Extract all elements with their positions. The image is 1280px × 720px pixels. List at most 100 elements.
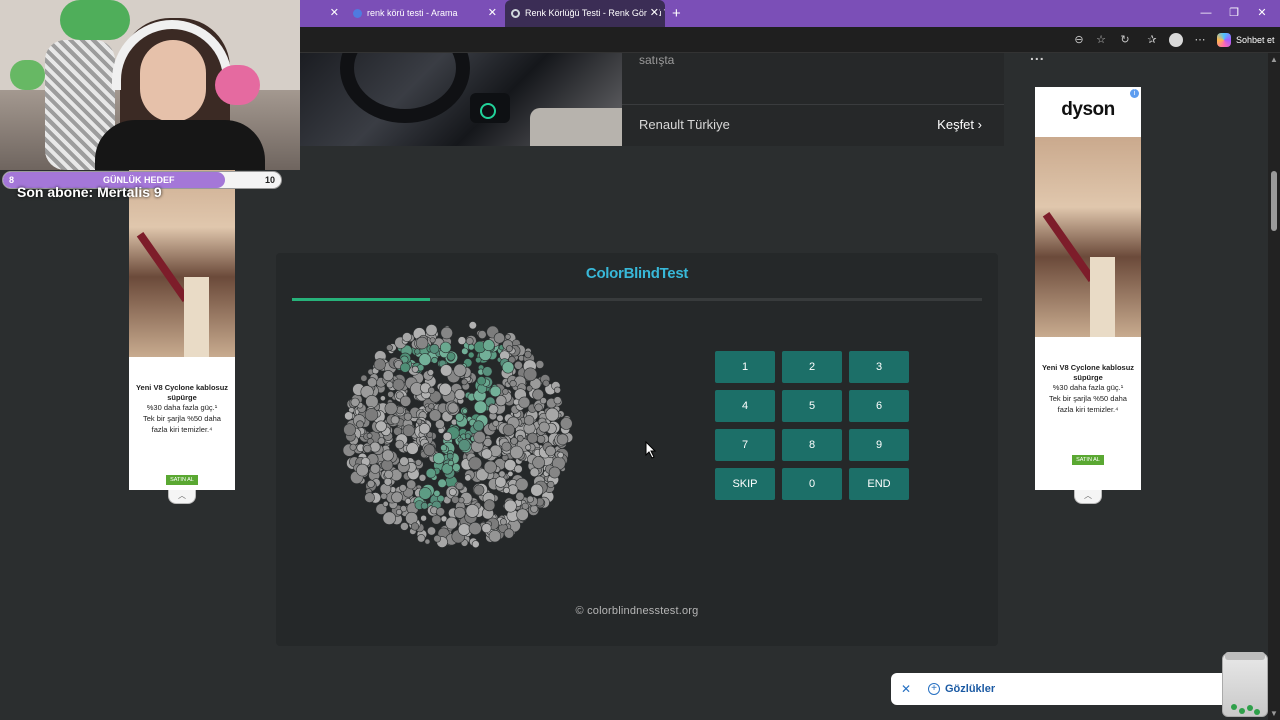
plate-dot [495, 476, 507, 488]
plate-dot [418, 422, 431, 435]
plate-dot [390, 415, 400, 425]
plate-dot [510, 445, 524, 460]
collapse-ad-right-icon[interactable]: ︿ [1074, 490, 1102, 504]
plate-dot [429, 337, 436, 344]
plate-dot [516, 434, 524, 442]
plate-dot [350, 397, 360, 407]
plate-dot [464, 433, 471, 440]
plate-dot [446, 352, 456, 361]
tab-active-close-icon[interactable]: ✕ [646, 0, 659, 27]
profile-avatar[interactable] [1169, 33, 1183, 47]
plate-dot [473, 420, 484, 432]
scroll-down-icon[interactable]: ▼ [1268, 709, 1280, 718]
ad-headline: Yeni V8 Cyclone kablosuz süpürge [135, 383, 229, 402]
plate-dot [411, 365, 419, 373]
plate-dot [394, 439, 405, 450]
plate-dot [439, 341, 452, 354]
plate-dot [489, 385, 502, 398]
tab-search-close-icon[interactable]: ✕ [488, 0, 497, 27]
plate-dot [468, 321, 477, 330]
collapse-ad-left-icon[interactable]: ︿ [168, 490, 196, 504]
buy-button[interactable]: SATIN AL [166, 475, 198, 485]
refresh-icon[interactable]: ↻ [1118, 33, 1132, 47]
new-tab-button[interactable]: + [672, 0, 681, 27]
favorites-icon[interactable]: ✰ [1145, 33, 1159, 47]
plate-dot [364, 407, 379, 422]
last-subscriber: Son abone: Mertalis 9 [17, 184, 162, 200]
plate-dot [514, 464, 523, 474]
plate-dot [502, 388, 509, 395]
key-1[interactable]: 1 [715, 351, 775, 383]
plate-dot [468, 343, 475, 351]
ad-info-icon[interactable]: i [1130, 89, 1139, 98]
plate-dot [382, 500, 389, 507]
reader-icon[interactable]: ⊖ [1072, 33, 1086, 47]
suggestion-chip[interactable]: ✕ + Gözlükler [891, 673, 1231, 705]
plate-dot [437, 494, 445, 503]
key-9[interactable]: 9 [849, 429, 909, 461]
plate-dot [477, 330, 487, 339]
tab-1[interactable]: ✕ [300, 0, 345, 27]
page-scrollbar[interactable]: ▲ ▼ [1268, 53, 1280, 720]
plate-dot [534, 403, 543, 412]
plate-dot [365, 394, 379, 409]
plate-dot [427, 526, 437, 536]
plate-dot [402, 332, 412, 342]
plate-dot [462, 408, 468, 414]
screen: ✕ renk körü testi - Arama ✕ Renk Körlüğü… [0, 0, 1280, 720]
more-icon[interactable]: ⋯ [1193, 33, 1207, 47]
ad-discover-link[interactable]: Keşfet › [937, 117, 982, 132]
plate-dot [391, 491, 403, 504]
test-progress-bar [292, 298, 982, 301]
copilot-chat-button[interactable]: Sohbet et [1214, 31, 1275, 49]
key-3[interactable]: 3 [849, 351, 909, 383]
key-4[interactable]: 4 [715, 390, 775, 422]
renault-banner-ad[interactable]: satışta Renault Türkiye Keşfet › [300, 53, 1004, 146]
key-7[interactable]: 7 [715, 429, 775, 461]
test-title: ColorBlindTest [585, 265, 689, 282]
plate-dot [465, 504, 480, 518]
key-8[interactable]: 8 [782, 429, 842, 461]
plate-dot [344, 411, 354, 421]
plate-dot [502, 423, 515, 436]
plate-dot [364, 492, 375, 503]
key-end[interactable]: END [849, 468, 909, 500]
plate-dot [523, 415, 535, 426]
minimize-icon[interactable]: — [1198, 0, 1214, 27]
plate-dot [380, 395, 386, 402]
plate-dot [433, 534, 441, 543]
plate-dot [437, 478, 447, 488]
plate-dot [488, 404, 499, 415]
key-2[interactable]: 2 [782, 351, 842, 383]
favorite-star-icon[interactable]: ☆ [1094, 33, 1108, 47]
plate-dot [446, 452, 454, 460]
dyson-ad-right[interactable]: dyson i Yeni V8 Cyclone kablosuz süpürge… [1035, 87, 1141, 490]
plate-dot [402, 424, 415, 437]
plate-dot [440, 444, 448, 452]
key-6[interactable]: 6 [849, 390, 909, 422]
key-skip[interactable]: SKIP [715, 468, 775, 500]
plate-dot [536, 435, 546, 444]
plate-dot [349, 443, 357, 451]
plate-dot [356, 420, 364, 429]
restore-icon[interactable]: ❐ [1226, 0, 1242, 27]
goal-current: 8 [9, 175, 15, 185]
plate-dot [416, 418, 423, 425]
bing-icon [353, 9, 362, 18]
plate-dot [518, 396, 531, 409]
plate-dot [468, 456, 482, 471]
key-5[interactable]: 5 [782, 390, 842, 422]
scrollbar-thumb[interactable] [1271, 171, 1277, 231]
close-icon[interactable]: ✕ [901, 673, 911, 705]
plate-dot [473, 430, 486, 444]
tab-1-close-icon[interactable]: ✕ [330, 0, 339, 27]
site-icon [511, 9, 520, 18]
tab-colorblind-test[interactable]: Renk Körlüğü Testi - Renk Görüşü Testi ✕ [505, 0, 665, 27]
key-0[interactable]: 0 [782, 468, 842, 500]
plate-dot [403, 412, 412, 421]
close-window-icon[interactable]: ✕ [1254, 0, 1270, 27]
buy-button[interactable]: SATIN AL [1072, 455, 1104, 465]
scroll-up-icon[interactable]: ▲ [1268, 55, 1280, 64]
tab-search[interactable]: renk körü testi - Arama ✕ [347, 0, 503, 27]
plate-dot [457, 336, 467, 345]
